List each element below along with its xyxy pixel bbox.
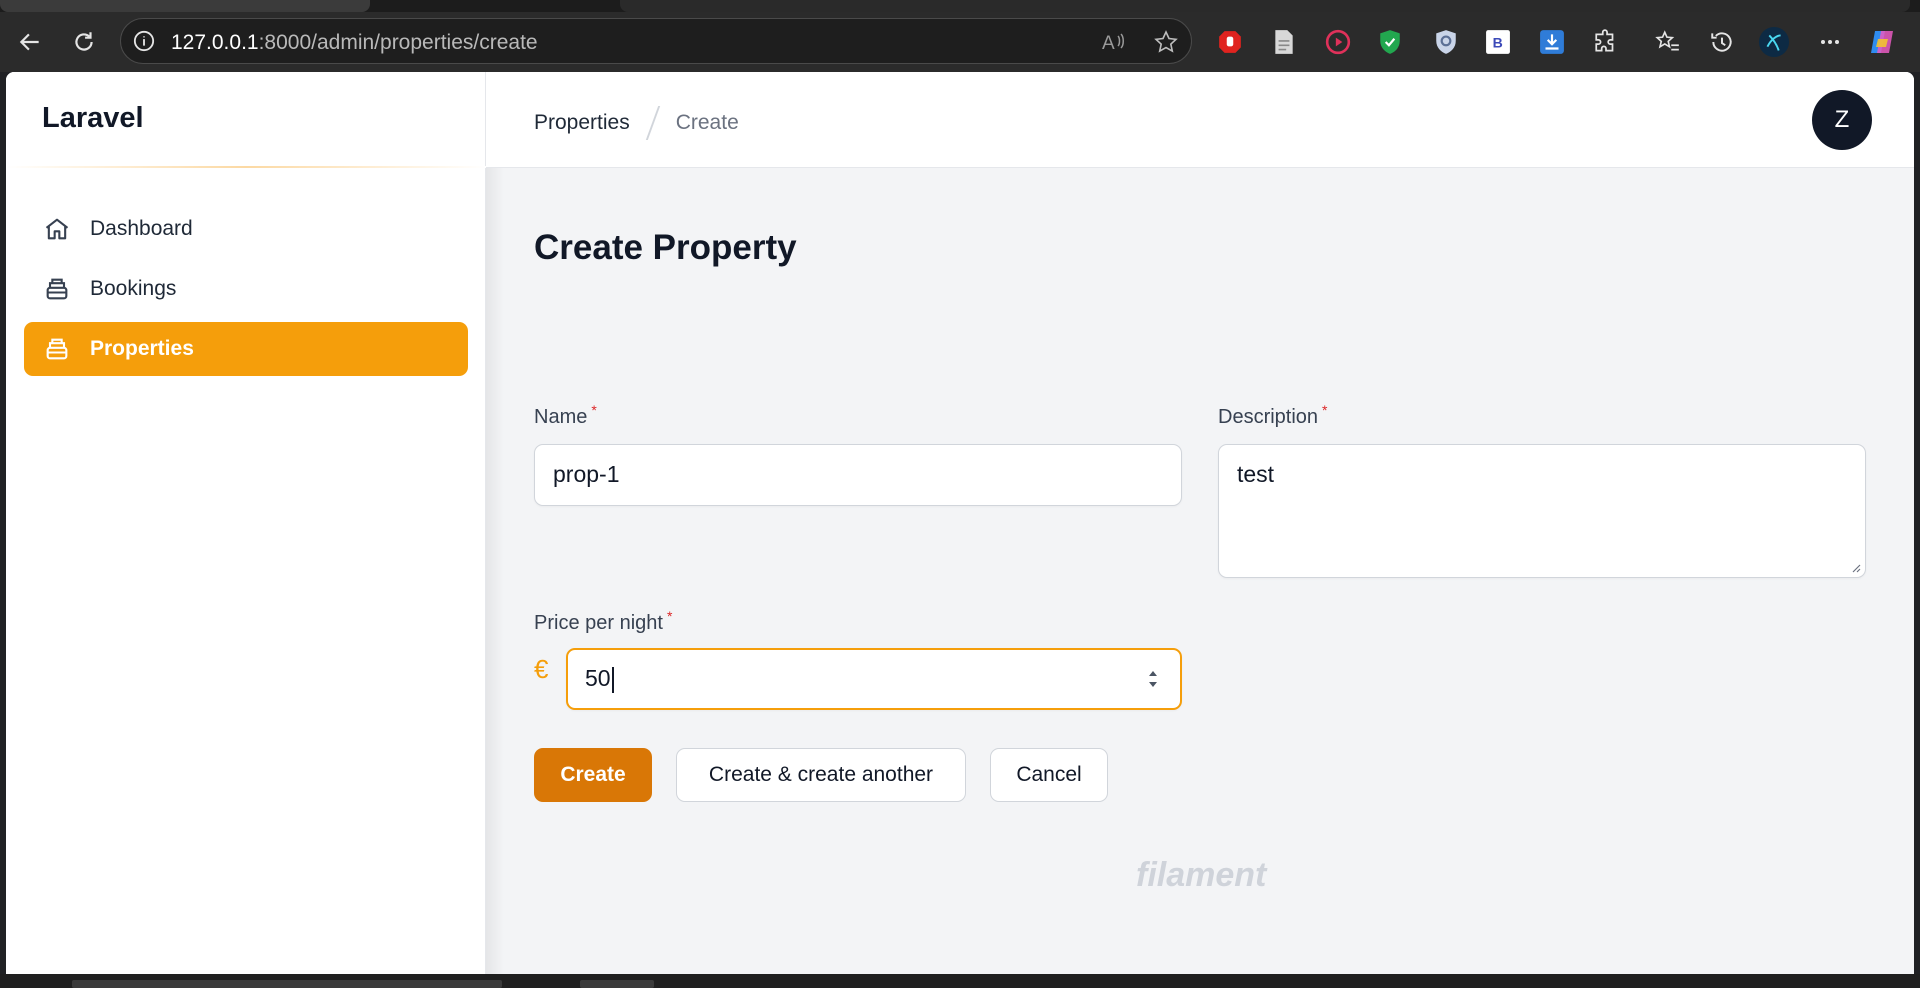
extension-adblock[interactable] xyxy=(1214,26,1246,58)
menu-button[interactable] xyxy=(1814,26,1846,58)
more-dots-icon xyxy=(1821,40,1839,44)
resize-handle-icon[interactable] xyxy=(1849,561,1861,573)
properties-icon xyxy=(42,334,72,364)
privacy-shield-icon xyxy=(1436,30,1456,54)
extension-privacy[interactable] xyxy=(1430,26,1462,58)
document-icon xyxy=(1275,30,1293,54)
brand-logo[interactable]: Laravel xyxy=(42,102,144,135)
sidebar-item-bookings[interactable]: Bookings xyxy=(24,262,468,316)
browser-tabstrip xyxy=(0,0,1920,12)
profile-button[interactable] xyxy=(1758,26,1790,58)
user-avatar[interactable]: Z xyxy=(1812,90,1872,150)
url-path: :8000/admin/properties/create xyxy=(258,31,538,54)
taskbar-window[interactable] xyxy=(72,980,502,988)
breadcrumb: Properties Create xyxy=(534,106,739,140)
filament-logo[interactable]: filament xyxy=(1136,856,1266,895)
name-input[interactable]: prop-1 xyxy=(534,444,1182,506)
extension-b[interactable]: B xyxy=(1482,26,1514,58)
price-label-text: Price per night xyxy=(534,612,663,634)
shield-check-icon xyxy=(1380,30,1400,54)
browser-tab[interactable] xyxy=(620,0,1910,12)
reload-icon xyxy=(75,32,93,51)
os-taskbar xyxy=(0,974,1920,988)
address-bar[interactable]: 127.0.0.1:8000/admin/properties/create A xyxy=(120,18,1192,64)
extension-document[interactable] xyxy=(1268,26,1300,58)
description-label: Description * xyxy=(1218,402,1328,429)
taskbar-window[interactable] xyxy=(580,980,654,988)
breadcrumb-properties[interactable]: Properties xyxy=(534,111,630,135)
b-letter-icon: B xyxy=(1486,30,1510,54)
description-textarea[interactable]: test xyxy=(1218,444,1866,578)
url-host: 127.0.0.1 xyxy=(171,31,259,54)
page-title: Create Property xyxy=(534,228,797,267)
browser-tab[interactable] xyxy=(0,0,370,12)
favorite-star-icon xyxy=(1154,30,1178,53)
stop-hand-icon xyxy=(1219,31,1241,53)
extension-download[interactable] xyxy=(1536,26,1568,58)
bookings-icon xyxy=(42,274,72,304)
description-textarea-value: test xyxy=(1237,461,1275,487)
site-info-icon xyxy=(133,30,155,52)
create-another-button[interactable]: Create & create another xyxy=(676,748,966,802)
home-icon xyxy=(42,214,72,244)
required-marker: * xyxy=(1322,402,1328,418)
description-label-text: Description xyxy=(1218,406,1319,428)
sidebar-nav: Dashboard Bookings Properties xyxy=(24,202,468,382)
extensions-button[interactable] xyxy=(1590,26,1622,58)
name-label: Name * xyxy=(534,402,597,429)
svg-text:A: A xyxy=(1102,33,1115,54)
sidebar-item-label: Bookings xyxy=(90,277,177,300)
extension-media[interactable] xyxy=(1322,26,1354,58)
sidebar-item-label: Properties xyxy=(90,337,194,360)
sidebar-item-dashboard[interactable]: Dashboard xyxy=(24,202,468,256)
copilot-icon xyxy=(1871,31,1893,53)
sidebar: Laravel Dashboard Bookings Properties xyxy=(6,72,486,974)
sidebar-item-label: Dashboard xyxy=(90,217,193,240)
sidebar-shadow xyxy=(486,168,504,974)
svg-text:B: B xyxy=(1493,34,1503,50)
page-viewport: Laravel Dashboard Bookings Properties Pr… xyxy=(6,72,1914,974)
cancel-button[interactable]: Cancel xyxy=(990,748,1108,802)
required-marker: * xyxy=(591,402,597,418)
history-icon xyxy=(1711,32,1732,52)
price-label: Price per night * xyxy=(534,608,672,635)
download-icon xyxy=(1540,30,1564,54)
play-circle-icon xyxy=(1325,29,1351,55)
price-input[interactable]: 50 xyxy=(566,648,1182,710)
copilot-button[interactable] xyxy=(1866,26,1898,58)
read-aloud-icon: A xyxy=(1102,33,1124,54)
profile-picture-icon xyxy=(1758,26,1790,58)
price-input-value: 50 xyxy=(585,665,611,691)
back-button[interactable] xyxy=(14,26,46,58)
topbar: Properties Create Z xyxy=(486,72,1914,168)
breadcrumb-separator xyxy=(645,106,660,140)
create-button[interactable]: Create xyxy=(534,748,652,802)
reload-button[interactable] xyxy=(68,26,100,58)
back-arrow-icon xyxy=(19,33,39,51)
sidebar-item-properties[interactable]: Properties xyxy=(24,322,468,376)
browser-toolbar: 127.0.0.1:8000/admin/properties/create A… xyxy=(0,12,1920,72)
name-input-value: prop-1 xyxy=(553,461,620,487)
text-caret xyxy=(611,666,614,693)
puzzle-icon xyxy=(1595,29,1614,52)
history-button[interactable] xyxy=(1706,26,1738,58)
favorites-list-icon xyxy=(1655,30,1679,51)
number-spinner-icon[interactable] xyxy=(1146,664,1160,694)
required-marker: * xyxy=(666,608,673,624)
euro-prefix: € xyxy=(534,654,549,684)
breadcrumb-create: Create xyxy=(675,111,739,134)
extension-shield-check[interactable] xyxy=(1374,26,1406,58)
main-content: Create Property Name * prop-1 Description… xyxy=(486,168,1914,974)
address-url: 127.0.0.1:8000/admin/properties/create xyxy=(171,31,538,55)
brand-divider xyxy=(6,166,486,168)
name-label-text: Name xyxy=(534,406,588,428)
favorites-button[interactable] xyxy=(1652,26,1684,58)
